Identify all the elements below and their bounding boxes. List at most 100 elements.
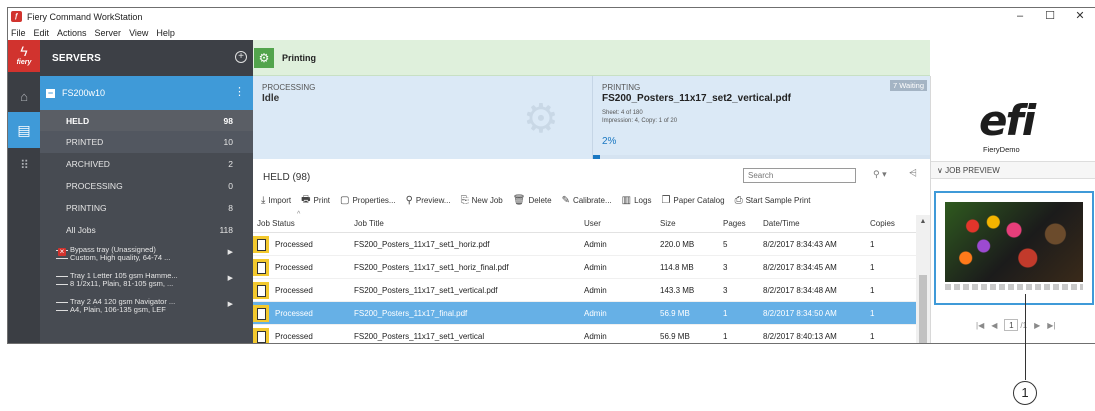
job-thumbnail[interactable] xyxy=(934,191,1094,305)
printing-status-bar: ⚙ Printing xyxy=(253,40,930,76)
queue-printing[interactable]: PRINTING 8 xyxy=(40,197,253,219)
cell-text: 1 xyxy=(870,262,875,272)
collapse-icon[interactable]: − xyxy=(46,88,55,98)
cell-size: 114.8 MB xyxy=(656,263,719,272)
server-display-name: FieryDemo xyxy=(983,145,1020,154)
cell-text: Admin xyxy=(584,262,607,272)
cell-text: 8/2/2017 8:34:45 AM xyxy=(763,262,837,272)
scroll-up-icon[interactable]: ▲ xyxy=(916,215,930,229)
scroll-thumb[interactable] xyxy=(919,275,927,343)
fiery-logo-text: fiery xyxy=(16,59,32,66)
queue-held[interactable]: HELD 98 xyxy=(40,110,253,131)
table-scrollbar[interactable]: ▲ xyxy=(916,215,930,343)
server-row[interactable]: − FS200w10 ⋮ xyxy=(40,76,253,110)
queue-archived[interactable]: ARCHIVED 2 xyxy=(40,153,253,175)
cell-text: FS200_Posters_11x17_final.pdf xyxy=(354,308,468,318)
menu-view[interactable]: View xyxy=(129,28,148,38)
first-page-icon[interactable]: |◀ xyxy=(976,321,984,330)
cell-text: Processed xyxy=(275,239,313,249)
cell-text: 5 xyxy=(723,239,728,249)
menu-help[interactable]: Help xyxy=(156,28,175,38)
cell-text: 8/2/2017 8:34:43 AM xyxy=(763,239,837,249)
queue-processing[interactable]: PROCESSING 0 xyxy=(40,175,253,197)
filter-icon[interactable]: ⩤ xyxy=(909,168,917,179)
page-number-input[interactable]: 1 xyxy=(1004,319,1019,331)
table-row[interactable]: Processed FS200_Posters_11x17_final.pdf Ad… xyxy=(253,302,916,325)
menu-server[interactable]: Server xyxy=(95,28,122,38)
expand-arrow-icon[interactable]: ▶ xyxy=(228,249,233,257)
printing-panel[interactable]: PRINTING FS200_Posters_11x17_set2_vertic… xyxy=(592,76,930,159)
column-header[interactable]: Job Status xyxy=(253,219,350,228)
logs-icon: ▥ xyxy=(621,194,632,206)
apps-grid-icon[interactable]: ⠿ xyxy=(8,154,40,176)
new-job-icon: ⎘ xyxy=(460,194,469,206)
column-header[interactable]: Pages xyxy=(719,219,759,228)
properties-button[interactable]: ▢ Properties... xyxy=(340,195,396,206)
toolbar-label: Start Sample Print xyxy=(745,195,811,205)
cell-text: 1 xyxy=(723,331,728,341)
print-icon: 🖶 xyxy=(301,193,311,205)
paper-catalog-button[interactable]: ❐ Paper Catalog xyxy=(661,195,724,206)
prev-page-icon[interactable]: ◀ xyxy=(991,321,997,330)
sort-caret-icon: ^ xyxy=(297,211,301,218)
menu-actions[interactable]: Actions xyxy=(57,28,87,38)
cell-text: 220.0 MB xyxy=(660,239,695,249)
queue-printed[interactable]: PRINTED 10 xyxy=(40,131,253,153)
tray-2[interactable]: Tray 2 A4 120 gsm Navigator ... A4, Plai… xyxy=(40,293,253,319)
table-row[interactable]: Processed FS200_Posters_11x17_set1_horiz.… xyxy=(253,233,916,256)
start-sample-print-button[interactable]: ⎙ Start Sample Print xyxy=(735,195,811,206)
delete-button[interactable]: 🗑 Delete xyxy=(513,195,552,206)
calibrate-button[interactable]: ✎ Calibrate... xyxy=(562,195,612,206)
cell-text: Processed xyxy=(275,262,313,272)
queue-all-jobs[interactable]: All Jobs 118 xyxy=(40,219,253,241)
expand-arrow-icon[interactable]: ▶ xyxy=(228,301,233,309)
new-job-button[interactable]: ⎘ New Job xyxy=(461,195,503,206)
tray-1[interactable]: Tray 1 Letter 105 gsm Hamme... 8 1/2x11,… xyxy=(40,267,253,293)
cell-size: 56.9 MB xyxy=(656,332,719,341)
job-center-icon[interactable]: ▤ xyxy=(8,112,40,148)
printing-percent: 2% xyxy=(602,136,617,147)
maximize-button[interactable]: ☐ xyxy=(1035,8,1065,25)
table-row[interactable]: Processed FS200_Posters_11x17_set1_vertic… xyxy=(253,325,916,343)
column-header[interactable]: Date/Time xyxy=(759,219,866,228)
tray-bypass[interactable]: Bypass tray (Unassigned) Custom, High qu… xyxy=(40,241,253,267)
table-row[interactable]: Processed FS200_Posters_11x17_set1_vertic… xyxy=(253,279,916,302)
menu-file[interactable]: File xyxy=(11,28,26,38)
more-options-icon[interactable]: ⋮ xyxy=(234,85,245,99)
processed-status-icon xyxy=(253,235,269,253)
job-preview-header[interactable]: ∨ JOB PREVIEW xyxy=(931,161,1095,179)
column-header[interactable]: Job Title xyxy=(350,219,580,228)
column-header[interactable]: Size xyxy=(656,219,719,228)
search-input[interactable] xyxy=(743,168,856,183)
processed-status-icon xyxy=(253,258,269,276)
expand-arrow-icon[interactable]: ▶ xyxy=(228,275,233,283)
home-icon[interactable]: ⌂ xyxy=(8,86,40,108)
printing-sheet: Sheet: 4 of 180 xyxy=(602,110,643,116)
import-icon: ⤓ xyxy=(261,194,266,206)
last-page-icon[interactable]: ▶| xyxy=(1047,321,1055,330)
table-row[interactable]: Processed FS200_Posters_11x17_set1_horiz_… xyxy=(253,256,916,279)
cell-user: Admin xyxy=(580,240,656,249)
cell-text: FS200_Posters_11x17_set1_vertical xyxy=(354,331,485,341)
cell-text: 1 xyxy=(870,331,875,341)
column-header[interactable]: User xyxy=(580,219,656,228)
cell-text: 1 xyxy=(870,239,875,249)
processed-status-icon xyxy=(253,281,269,299)
next-page-icon[interactable]: ▶ xyxy=(1034,321,1040,330)
queue-count: 10 xyxy=(223,137,233,147)
processing-panel[interactable]: PROCESSING Idle ⚙ xyxy=(253,76,592,159)
search-options-icon[interactable]: ⚲ ▾ xyxy=(873,169,887,180)
minimize-button[interactable]: – xyxy=(1005,8,1035,25)
import-button[interactable]: ⤓ Import xyxy=(261,195,291,206)
tray-icon xyxy=(56,275,68,285)
column-header[interactable]: Copies xyxy=(866,219,916,228)
print-button[interactable]: 🖶 Print xyxy=(301,192,330,209)
preview-button[interactable]: ⚲ Preview... xyxy=(406,195,451,206)
menu-edit[interactable]: Edit xyxy=(34,28,50,38)
logs-button[interactable]: ▥ Logs xyxy=(622,195,652,206)
close-button[interactable]: ✕ xyxy=(1065,8,1095,25)
queue-label: ARCHIVED xyxy=(66,159,110,169)
cell-size: 220.0 MB xyxy=(656,240,719,249)
processed-status-icon xyxy=(253,304,269,322)
add-server-icon[interactable]: + xyxy=(235,51,247,63)
